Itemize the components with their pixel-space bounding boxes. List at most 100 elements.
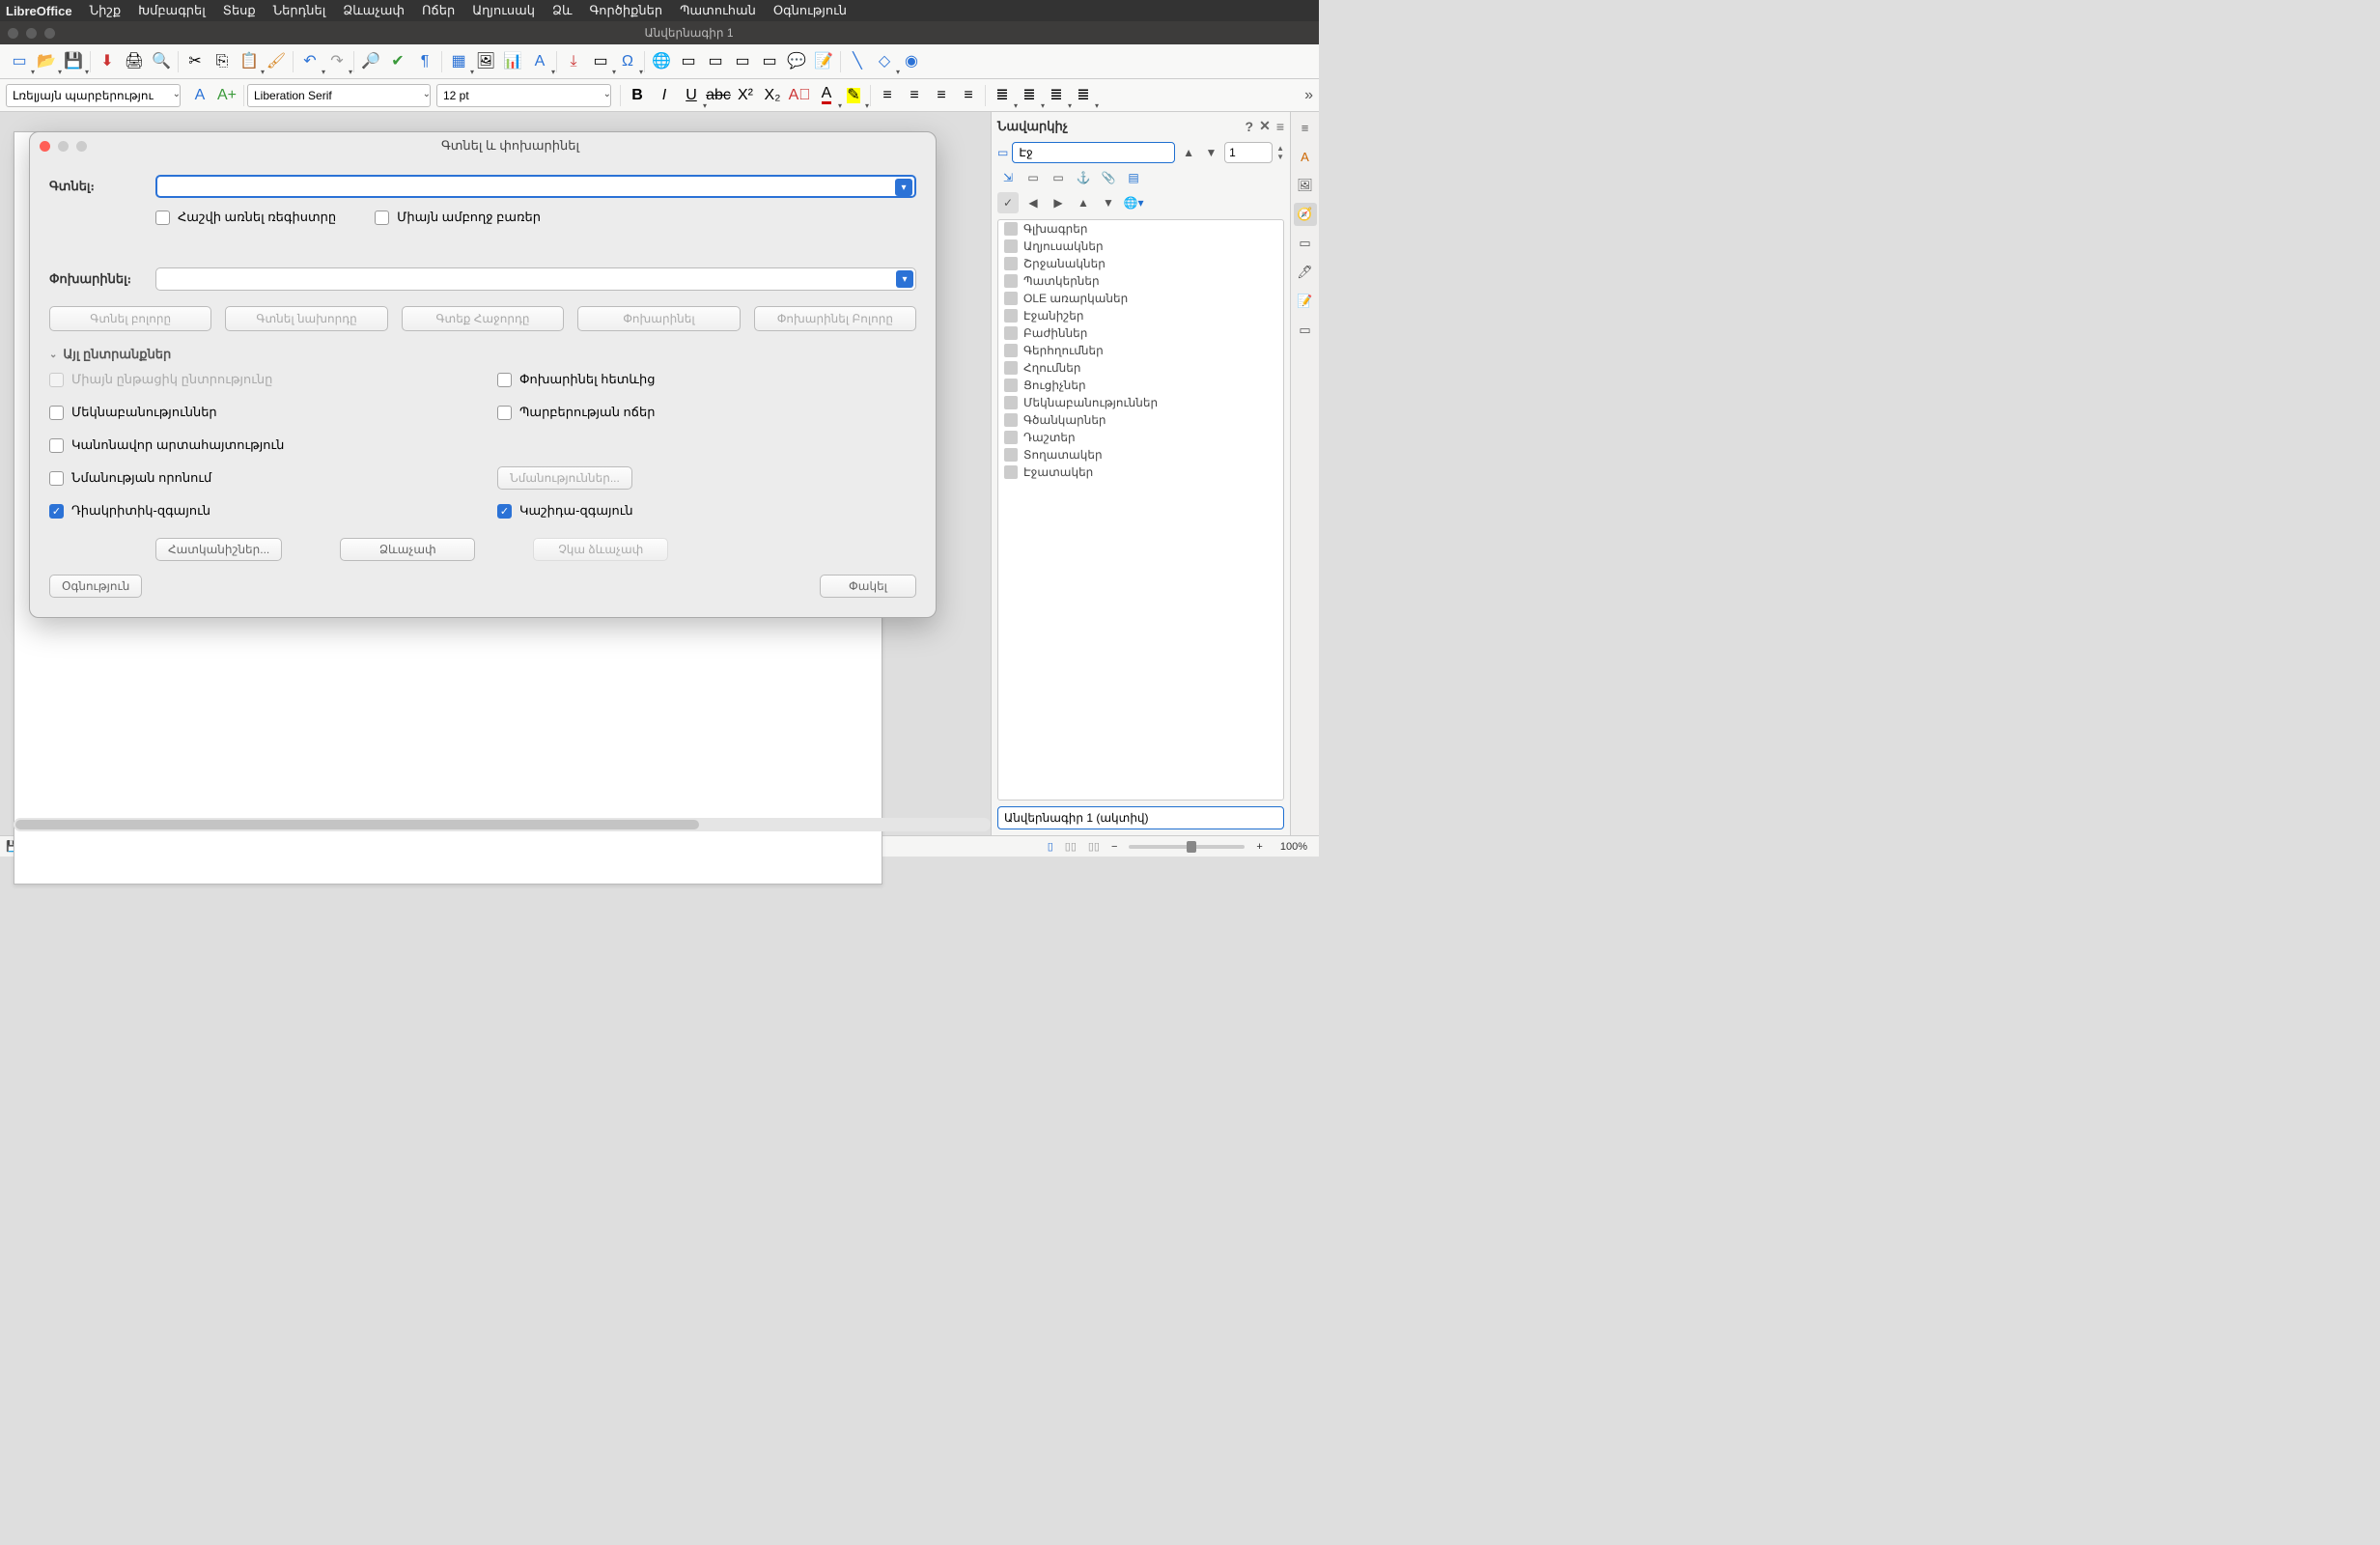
strikethrough-button[interactable]: abc xyxy=(705,82,732,109)
find-input[interactable]: ▾ xyxy=(155,175,916,198)
show-draw-functions-button[interactable]: ◉ xyxy=(898,48,925,75)
find-all-button[interactable]: Գտնել բոլորը xyxy=(49,306,211,331)
page-spin-up[interactable]: ▲ xyxy=(1276,144,1284,153)
no-format-button[interactable]: Չկա ձևաչափ xyxy=(533,538,668,561)
zoom-percent[interactable]: 100% xyxy=(1274,841,1313,853)
menu-view[interactable]: Տեսք xyxy=(215,1,264,20)
menu-format[interactable]: Ձևաչափ xyxy=(335,1,412,20)
comments-checkbox[interactable] xyxy=(49,406,64,420)
underline-button[interactable]: U xyxy=(678,82,705,109)
nav-item-references[interactable]: Հղումներ xyxy=(998,359,1283,377)
format-button[interactable]: Ձևաչափ xyxy=(340,538,475,561)
kashida-checkbox[interactable]: ✓ xyxy=(497,504,512,519)
close-button[interactable]: Փակել xyxy=(820,575,916,598)
whole-words-checkbox[interactable] xyxy=(375,211,389,225)
view-multi-page-icon[interactable]: ▯▯ xyxy=(1065,840,1077,853)
find-next-button[interactable]: Գտեք Հաջորդը xyxy=(402,306,564,331)
replace-dropdown-icon[interactable]: ▾ xyxy=(896,270,913,288)
other-options-toggle[interactable]: ⌄Այլ ընտրանքներ xyxy=(49,347,916,362)
content-view-icon[interactable]: ⇲ xyxy=(997,167,1019,188)
track-changes-button[interactable]: 📝 xyxy=(810,48,837,75)
zoom-window-icon[interactable] xyxy=(44,28,55,39)
footer-icon[interactable]: ▭ xyxy=(1048,167,1069,188)
headings-icon[interactable]: ▤ xyxy=(1123,167,1144,188)
basic-shapes-button[interactable]: ◇ xyxy=(871,48,898,75)
bullet-list-button[interactable]: ≣ xyxy=(989,82,1016,109)
anchor-icon[interactable]: ⚓ xyxy=(1073,167,1094,188)
similarities-button[interactable]: Նմանություններ... xyxy=(497,466,632,490)
horizontal-scrollbar[interactable] xyxy=(14,818,991,831)
help-button[interactable]: Օգնություն xyxy=(49,575,142,598)
page-spin-down[interactable]: ▼ xyxy=(1276,153,1284,161)
insert-field-button[interactable]: ▭ xyxy=(587,48,614,75)
dialog-close-icon[interactable] xyxy=(40,141,50,152)
insert-textbox-button[interactable]: A xyxy=(526,48,553,75)
new-document-button[interactable]: ▭ xyxy=(6,48,33,75)
nav-item-ole[interactable]: OLE առարկաներ xyxy=(998,290,1283,307)
sidebar-gallery-icon[interactable]: 🖼 xyxy=(1294,174,1317,197)
navigator-close-icon[interactable]: ✕ xyxy=(1259,118,1271,134)
find-previous-button[interactable]: Գտնել նախորդը xyxy=(225,306,387,331)
nav-item-tables[interactable]: Աղյուսակներ xyxy=(998,238,1283,255)
copy-button[interactable]: ⎘ xyxy=(209,48,236,75)
redo-button[interactable]: ↷ xyxy=(323,48,350,75)
minimize-window-icon[interactable] xyxy=(26,28,37,39)
attributes-button[interactable]: Հատկանիշներ... xyxy=(155,538,282,561)
nav-item-sections[interactable]: Բաժիններ xyxy=(998,324,1283,342)
current-selection-checkbox[interactable] xyxy=(49,373,64,387)
view-single-page-icon[interactable]: ▯ xyxy=(1048,840,1053,853)
insert-image-button[interactable]: 🖼 xyxy=(472,48,499,75)
insert-hyperlink-button[interactable]: 🌐 xyxy=(648,48,675,75)
close-window-icon[interactable] xyxy=(8,28,18,39)
highlight-color-button[interactable]: ✎ xyxy=(840,82,867,109)
menu-window[interactable]: Պատուհան xyxy=(672,1,764,20)
promote-left-icon[interactable]: ◀ xyxy=(1022,192,1044,213)
align-left-button[interactable]: ≡ xyxy=(874,82,901,109)
menu-styles[interactable]: Ոճեր xyxy=(414,1,462,20)
document-area[interactable]: Գտնել և փոխարինել Գտնել։ ▾ Հաշվի առնել ռ… xyxy=(0,112,991,835)
open-button[interactable]: 📂 xyxy=(33,48,60,75)
font-name-select[interactable] xyxy=(247,84,431,107)
replace-backwards-checkbox[interactable] xyxy=(497,373,512,387)
menu-help[interactable]: Օգնություն xyxy=(766,1,854,20)
document-select[interactable] xyxy=(997,806,1284,829)
number-list-button[interactable]: ≣ xyxy=(1016,82,1043,109)
formatting-marks-button[interactable]: ¶ xyxy=(411,48,438,75)
nav-item-headings[interactable]: Գլխագրեր xyxy=(998,220,1283,238)
line-spacing-button[interactable]: ≣ xyxy=(1070,82,1097,109)
menu-table[interactable]: Աղյուսակ xyxy=(464,1,543,20)
navigator-help-icon[interactable]: ? xyxy=(1246,119,1254,134)
menu-insert[interactable]: Ներդնել xyxy=(266,1,334,20)
nav-item-drawings[interactable]: Գծանկարներ xyxy=(998,411,1283,429)
sidebar-inspector-icon[interactable]: 🖊 xyxy=(1294,261,1317,284)
toolbar-overflow-icon[interactable]: » xyxy=(1304,88,1313,103)
find-replace-button[interactable]: 🔎 xyxy=(357,48,384,75)
nav-prev-icon[interactable]: ▲ xyxy=(1179,142,1197,163)
export-pdf-button[interactable]: ⬇ xyxy=(94,48,121,75)
insert-chart-button[interactable]: 📊 xyxy=(499,48,526,75)
zoom-out-icon[interactable]: − xyxy=(1111,841,1117,853)
nav-item-images[interactable]: Պատկերներ xyxy=(998,272,1283,290)
nav-item-bookmarks[interactable]: Էջանիշեր xyxy=(998,307,1283,324)
reminder-icon[interactable]: 📎 xyxy=(1098,167,1119,188)
outline-list-button[interactable]: ≣ xyxy=(1043,82,1070,109)
sidebar-page-icon[interactable]: ▭ xyxy=(1294,232,1317,255)
update-style-button[interactable]: A xyxy=(186,82,213,109)
font-color-button[interactable]: A xyxy=(813,82,840,109)
drag-mode-icon[interactable]: 🌐▾ xyxy=(1123,192,1144,213)
superscript-button[interactable]: X² xyxy=(732,82,759,109)
nav-item-hyperlinks[interactable]: Գերհղումներ xyxy=(998,342,1283,359)
move-up-icon[interactable]: ▲ xyxy=(1073,192,1094,213)
move-down-icon[interactable]: ▼ xyxy=(1098,192,1119,213)
zoom-slider[interactable] xyxy=(1129,845,1245,849)
replace-button[interactable]: Փոխարինել xyxy=(577,306,740,331)
clear-formatting-button[interactable]: A⃠ xyxy=(786,82,813,109)
insert-footnote-button[interactable]: ▭ xyxy=(675,48,702,75)
italic-button[interactable]: I xyxy=(651,82,678,109)
menu-tools[interactable]: Գործիքներ xyxy=(582,1,671,20)
nav-item-endnotes[interactable]: Էջատակեր xyxy=(998,464,1283,481)
cut-button[interactable]: ✂ xyxy=(182,48,209,75)
replace-input[interactable]: ▾ xyxy=(155,267,916,291)
nav-next-icon[interactable]: ▼ xyxy=(1202,142,1220,163)
sidebar-styles-icon[interactable]: A xyxy=(1294,145,1317,168)
